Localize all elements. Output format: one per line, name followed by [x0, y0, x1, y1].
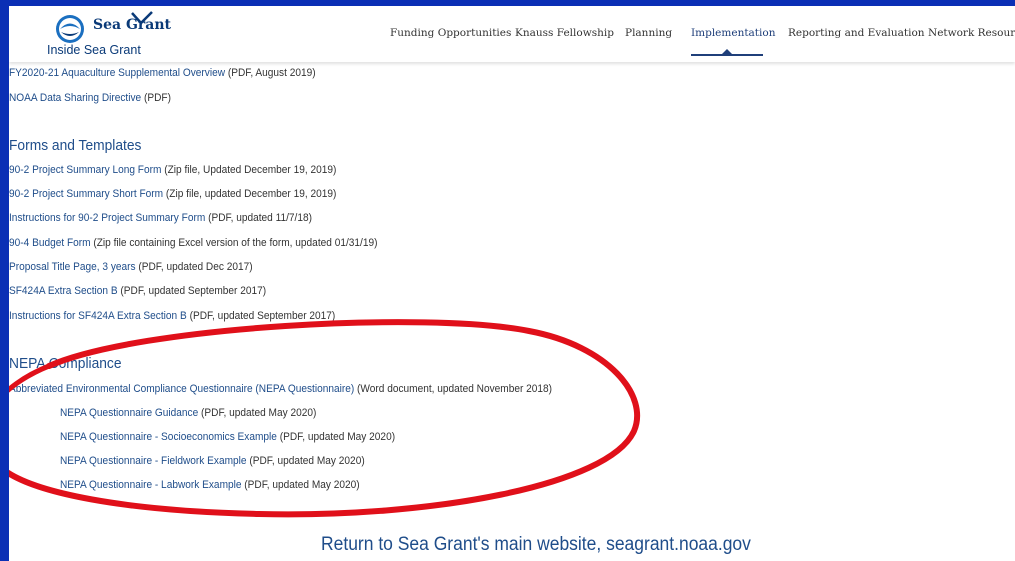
list-item: NEPA Questionnaire Guidance (PDF, update…	[60, 407, 317, 419]
link-90-2-long-form[interactable]: 90-2 Project Summary Long Form	[9, 164, 161, 176]
link-nepa-labwork-example[interactable]: NEPA Questionnaire - Labwork Example	[60, 479, 241, 491]
link-90-2-instructions[interactable]: Instructions for 90-2 Project Summary Fo…	[9, 212, 205, 224]
list-item: SF424A Extra Section B (PDF, updated Sep…	[9, 285, 267, 297]
link-nepa-guidance[interactable]: NEPA Questionnaire Guidance	[60, 407, 198, 419]
sea-grant-logo[interactable]: Sea Grant Inside Sea Grant	[37, 11, 177, 58]
link-nepa-socioeconomics-example[interactable]: NEPA Questionnaire - Socioeconomics Exam…	[60, 431, 277, 443]
page-frame: Sea Grant Inside Sea Grant Funding Oppor…	[9, 6, 1015, 561]
link-90-2-short-form[interactable]: 90-2 Project Summary Short Form	[9, 188, 163, 200]
section-title-forms: Forms and Templates	[9, 137, 142, 154]
site-header: Sea Grant Inside Sea Grant Funding Oppor…	[9, 6, 1015, 62]
nav-implementation[interactable]: Implementation	[691, 27, 775, 39]
link-aquaculture-overview[interactable]: FY2020-21 Aquaculture Supplemental Overv…	[9, 67, 225, 79]
nav-reporting-and-evaluation[interactable]: Reporting and Evaluation	[788, 27, 925, 39]
link-proposal-title-page[interactable]: Proposal Title Page, 3 years	[9, 261, 136, 273]
list-item: Instructions for SF424A Extra Section B …	[9, 310, 336, 322]
list-item: Abbreviated Environmental Compliance Que…	[9, 383, 553, 395]
list-item: Instructions for 90-2 Project Summary Fo…	[9, 212, 312, 224]
list-item: NEPA Questionnaire - Socioeconomics Exam…	[60, 431, 396, 443]
link-nepa-fieldwork-example[interactable]: NEPA Questionnaire - Fieldwork Example	[60, 455, 247, 467]
nav-funding-opportunities[interactable]: Funding Opportunities	[390, 27, 511, 39]
list-item: FY2020-21 Aquaculture Supplemental Overv…	[9, 67, 316, 79]
link-data-sharing-directive[interactable]: NOAA Data Sharing Directive	[9, 92, 141, 104]
link-sf424a-instructions[interactable]: Instructions for SF424A Extra Section B	[9, 310, 187, 322]
link-90-4-budget-form[interactable]: 90-4 Budget Form	[9, 237, 91, 249]
noaa-seal-icon	[56, 15, 84, 43]
list-item: NEPA Questionnaire - Labwork Example (PD…	[60, 479, 360, 491]
list-item: Proposal Title Page, 3 years (PDF, updat…	[9, 261, 253, 273]
list-item: 90-4 Budget Form (Zip file containing Ex…	[9, 237, 378, 249]
red-ellipse-annotation	[9, 319, 641, 518]
link-nepa-questionnaire[interactable]: Abbreviated Environmental Compliance Que…	[9, 383, 354, 395]
nav-network-resources[interactable]: Network Resources	[928, 27, 1015, 39]
nav-planning[interactable]: Planning	[625, 27, 672, 39]
list-item: 90-2 Project Summary Short Form (Zip fil…	[9, 188, 337, 200]
list-item: 90-2 Project Summary Long Form (Zip file…	[9, 164, 337, 176]
active-nav-caret-icon	[721, 49, 733, 55]
logo-subtitle: Inside Sea Grant	[47, 43, 141, 57]
list-item: NEPA Questionnaire - Fieldwork Example (…	[60, 455, 365, 467]
link-sf424a-extra-section-b[interactable]: SF424A Extra Section B	[9, 285, 118, 297]
section-title-nepa: NEPA Compliance	[9, 355, 122, 372]
sea-grant-swoosh-icon	[131, 11, 153, 25]
nav-knauss-fellowship[interactable]: Knauss Fellowship	[515, 27, 614, 39]
list-item: NOAA Data Sharing Directive (PDF)	[9, 92, 171, 104]
return-to-main-site-link[interactable]: Return to Sea Grant's main website, seag…	[321, 534, 751, 556]
